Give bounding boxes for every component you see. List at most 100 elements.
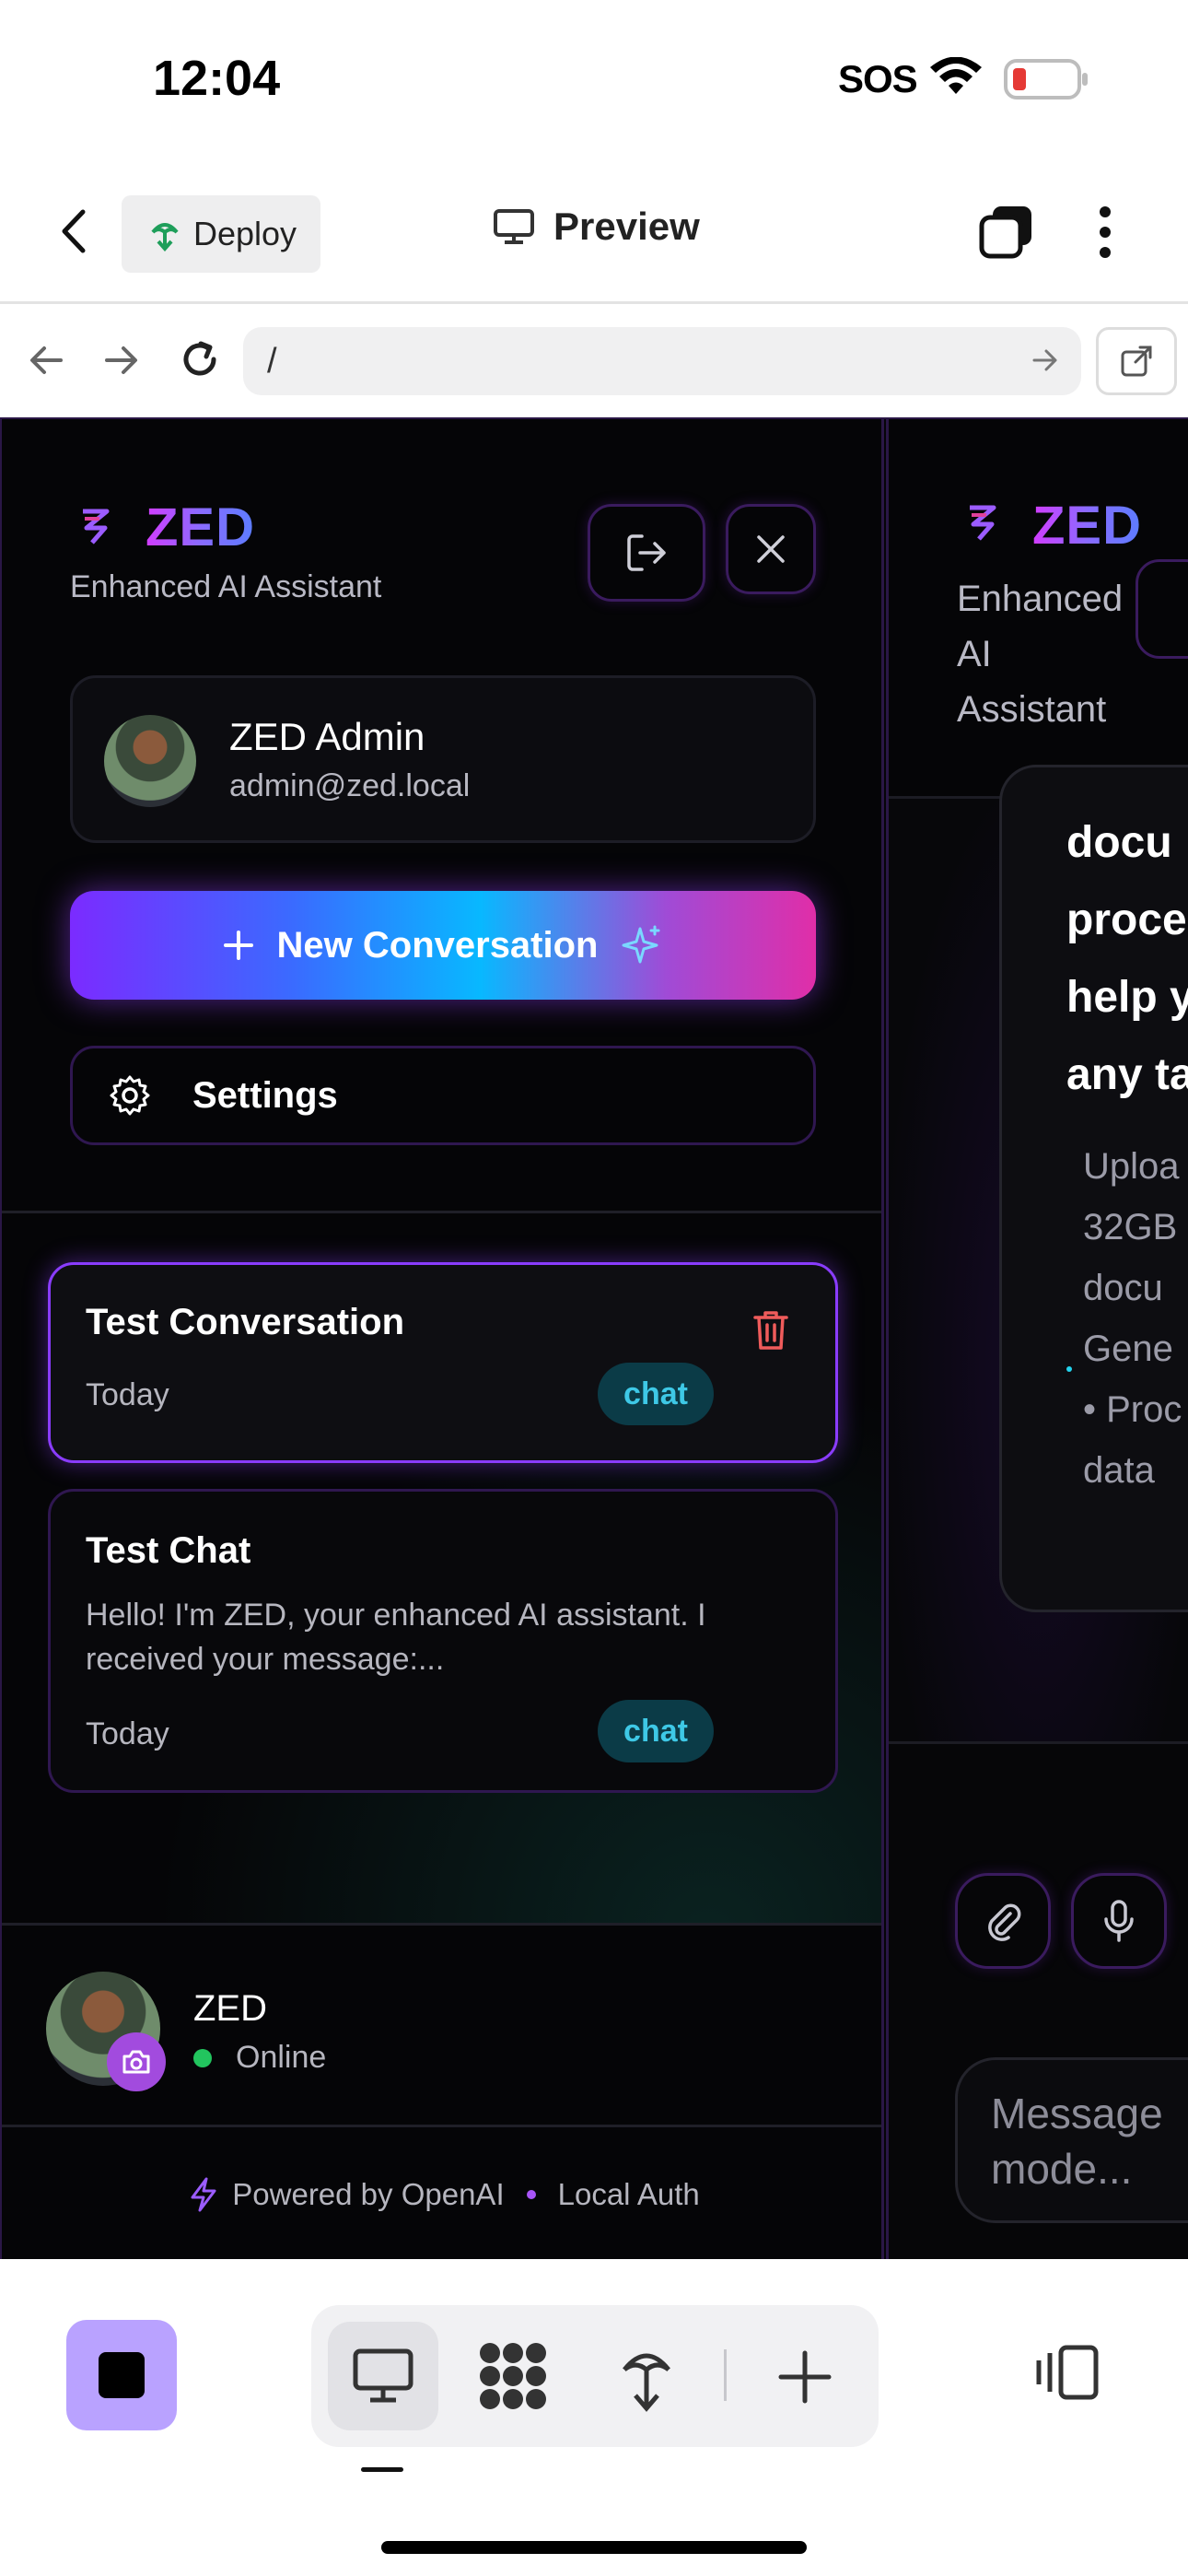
chat-panel: ZED Enhanced AI Assistant docu proce hel… bbox=[886, 419, 1188, 2259]
preview-tab[interactable]: Preview bbox=[493, 205, 700, 249]
tagline-line: Assistant bbox=[957, 689, 1107, 730]
battery-icon bbox=[1004, 59, 1090, 100]
conversation-tag: chat bbox=[598, 1700, 714, 1762]
powered-by-label: Powered by OpenAI bbox=[232, 2176, 505, 2211]
conversation-title: Test Conversation bbox=[86, 1302, 404, 1342]
active-indicator bbox=[361, 2467, 403, 2472]
message-line: proce bbox=[1066, 896, 1187, 944]
brand-tagline: Enhanced AI Assistant bbox=[70, 569, 382, 604]
message-line: help y bbox=[1066, 973, 1188, 1022]
stop-icon bbox=[97, 2350, 146, 2400]
bottom-toolbar bbox=[0, 2259, 1188, 2576]
separator-dot bbox=[526, 2189, 536, 2199]
browser-back-icon[interactable] bbox=[28, 344, 64, 377]
brand-name: ZED bbox=[146, 498, 255, 557]
placeholder-line: Message bbox=[991, 2090, 1163, 2137]
plus-icon[interactable] bbox=[777, 2349, 833, 2405]
mic-button[interactable] bbox=[1071, 1873, 1167, 1969]
go-arrow-icon[interactable] bbox=[1031, 347, 1059, 373]
close-icon bbox=[755, 533, 786, 565]
deploy-button[interactable]: Deploy bbox=[122, 195, 320, 273]
monitor-icon bbox=[352, 2348, 414, 2405]
url-input[interactable]: / bbox=[243, 327, 1081, 395]
conversation-tag: chat bbox=[598, 1363, 714, 1425]
composer: Message mode... bbox=[889, 1741, 1188, 2259]
sidebar: ZED Enhanced AI Assistant ZED Admin admi… bbox=[0, 419, 884, 2259]
logout-button[interactable] bbox=[588, 504, 705, 602]
powered-by-bar: Powered by OpenAI Local Auth bbox=[2, 2125, 881, 2259]
message-text: docu proce help y any ta bbox=[1066, 804, 1188, 1114]
sidebar-header: ZED Enhanced AI Assistant ZED Admin admi… bbox=[2, 419, 881, 1213]
auth-label: Local Auth bbox=[557, 2176, 700, 2211]
new-conversation-button[interactable]: New Conversation bbox=[70, 891, 816, 1000]
placeholder-line: mode... bbox=[991, 2145, 1133, 2193]
panels-icon[interactable] bbox=[1033, 2344, 1100, 2401]
more-vertical-icon[interactable] bbox=[1098, 205, 1112, 260]
message-line: any ta bbox=[1066, 1050, 1188, 1099]
back-chevron-icon[interactable] bbox=[59, 208, 88, 254]
sub-line: • Proc bbox=[1083, 1389, 1182, 1430]
microphone-icon bbox=[1101, 1899, 1137, 1943]
paperclip-icon bbox=[983, 1901, 1023, 1941]
settings-button[interactable]: Settings bbox=[70, 1046, 816, 1145]
message-input[interactable]: Message mode... bbox=[955, 2057, 1188, 2223]
monitor-icon bbox=[493, 208, 535, 245]
tagline-line: AI bbox=[957, 634, 992, 674]
wifi-status-button[interactable] bbox=[1136, 559, 1188, 659]
conversation-item[interactable]: Test Conversation Today chat bbox=[48, 1262, 838, 1463]
tabs-icon[interactable] bbox=[978, 203, 1035, 260]
stop-button[interactable] bbox=[66, 2320, 177, 2430]
online-dot bbox=[193, 2049, 212, 2067]
chat-tagline: Enhanced AI Assistant bbox=[957, 571, 1123, 737]
bullet-dot bbox=[1066, 1366, 1072, 1372]
new-conversation-label: New Conversation bbox=[276, 924, 599, 966]
attach-button[interactable] bbox=[955, 1873, 1051, 1969]
preview-label: Preview bbox=[553, 205, 700, 248]
top-bar: Deploy Preview bbox=[0, 157, 1188, 304]
browser-forward-icon[interactable] bbox=[103, 344, 140, 377]
open-external-button[interactable] bbox=[1096, 327, 1177, 395]
plus-icon bbox=[222, 929, 255, 962]
chat-header: ZED Enhanced AI Assistant bbox=[889, 419, 1188, 799]
browser-bar: / bbox=[0, 307, 1188, 417]
zed-logo-icon bbox=[79, 506, 112, 546]
sub-line: Uploa bbox=[1083, 1146, 1180, 1187]
conversation-title: Test Chat bbox=[86, 1530, 251, 1571]
sidebar-footer-user: ZED Online bbox=[2, 1923, 881, 2125]
sos-indicator: SOS bbox=[838, 57, 918, 100]
change-photo-button[interactable] bbox=[107, 2032, 166, 2091]
sub-line: Gene bbox=[1083, 1329, 1173, 1369]
agent-grid-icon[interactable] bbox=[477, 2340, 549, 2412]
trash-icon[interactable] bbox=[752, 1309, 789, 1352]
sub-line: docu bbox=[1083, 1268, 1163, 1308]
logout-icon bbox=[625, 533, 668, 573]
sparkles-icon bbox=[620, 923, 664, 967]
conversation-item[interactable]: Test Chat Hello! I'm ZED, your enhanced … bbox=[48, 1489, 838, 1793]
sub-line: 32GB bbox=[1083, 1207, 1178, 1247]
camera-icon bbox=[122, 2049, 151, 2075]
message-bubble: docu proce help y any ta Uploa 32GB docu… bbox=[999, 765, 1188, 1612]
deploy-icon bbox=[149, 216, 181, 252]
deploy-label: Deploy bbox=[193, 215, 297, 252]
user-name: ZED Admin bbox=[229, 715, 425, 758]
tagline-line: Enhanced bbox=[957, 579, 1124, 619]
view-switcher bbox=[311, 2305, 879, 2447]
message-placeholder: Message mode... bbox=[991, 2086, 1163, 2196]
lightning-icon bbox=[188, 2176, 219, 2213]
reload-icon[interactable] bbox=[179, 338, 221, 381]
home-indicator bbox=[381, 2541, 807, 2554]
user-card[interactable]: ZED Admin admin@zed.local bbox=[70, 675, 816, 843]
settings-label: Settings bbox=[192, 1074, 338, 1116]
avatar bbox=[104, 715, 196, 807]
conversation-preview: Hello! I'm ZED, your enhanced AI assista… bbox=[86, 1598, 706, 1677]
sub-line: data bbox=[1083, 1450, 1155, 1491]
close-sidebar-button[interactable] bbox=[726, 504, 816, 594]
footer-user-status: Online bbox=[236, 2040, 327, 2075]
deploy-icon[interactable] bbox=[619, 2340, 674, 2414]
preview-view-button[interactable] bbox=[328, 2322, 438, 2430]
status-time: 12:04 bbox=[153, 51, 281, 106]
gear-icon bbox=[108, 1073, 152, 1118]
status-bar: 12:04 SOS bbox=[0, 0, 1188, 157]
footer-user-name: ZED bbox=[193, 1988, 267, 2029]
message-line: docu bbox=[1066, 818, 1172, 867]
